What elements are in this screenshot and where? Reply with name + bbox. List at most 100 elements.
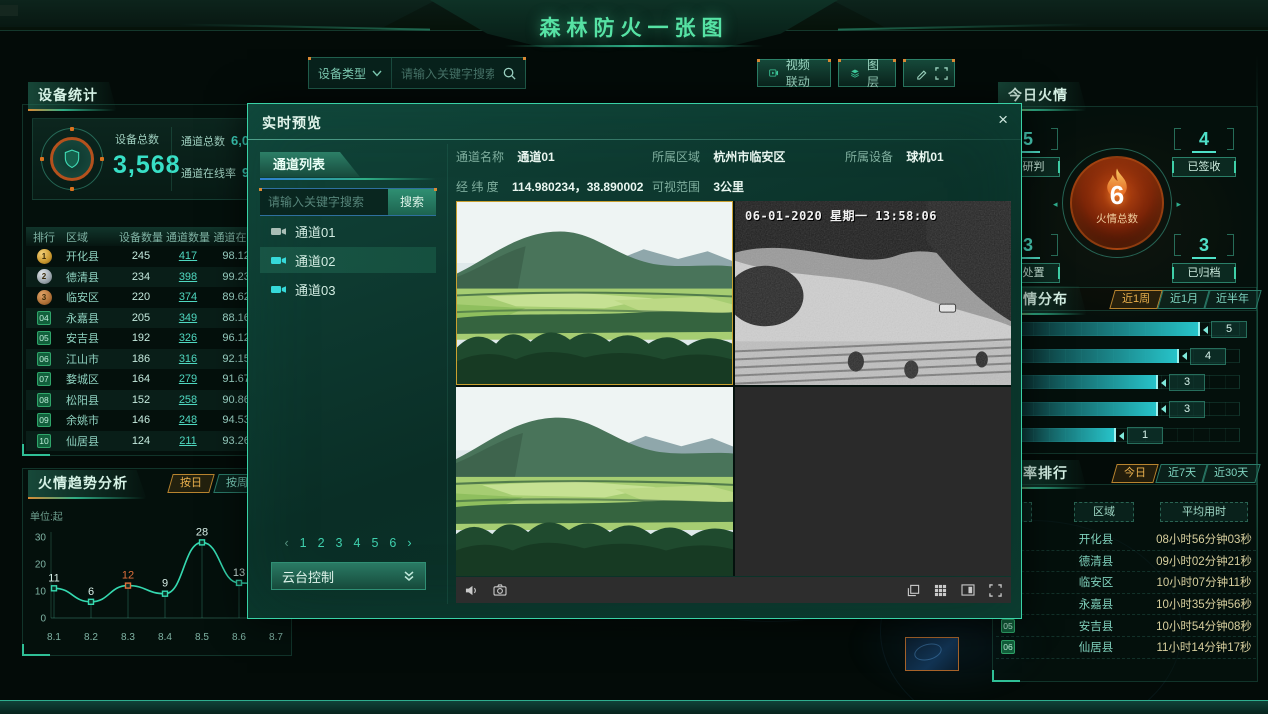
efficiency-row[interactable]: 05 安吉县 10小时54分钟08秒	[996, 615, 1256, 637]
search-input[interactable]: 请输入关键字搜索	[392, 65, 494, 82]
efficiency-table: 区域 平均用时 01 开化县 08小时56分钟03秒 02 德清县 09小时02…	[996, 502, 1256, 659]
video-tile-empty[interactable]	[735, 387, 1011, 576]
distribution-bar-row: 3	[1000, 375, 1256, 389]
efficiency-row[interactable]: 06 仙居县 11小时14分钟17秒	[996, 637, 1256, 659]
next-page-icon[interactable]: ›	[407, 536, 411, 550]
video-linkage-button[interactable]: 视频联动	[757, 59, 831, 87]
video-fullscreen-icon[interactable]	[989, 584, 1002, 597]
page-number[interactable]: 5	[371, 536, 378, 550]
row-channels[interactable]: 326	[164, 332, 212, 344]
bar-label: 3	[1161, 401, 1205, 418]
row-devices: 124	[118, 435, 164, 447]
svg-text:20: 20	[35, 560, 47, 571]
eff-tab-30days[interactable]: 近30天	[1201, 464, 1261, 483]
svg-text:8.2: 8.2	[84, 632, 98, 643]
trend-tab-daily[interactable]: 按日	[167, 474, 214, 493]
page-number[interactable]: 6	[389, 536, 396, 550]
row-channels[interactable]: 248	[164, 414, 212, 426]
page-number[interactable]: 4	[354, 536, 361, 550]
camera-icon	[270, 254, 287, 267]
channel-pagination: ‹ 123456 ›	[260, 536, 436, 550]
efficiency-row[interactable]: 03 临安区 10小时07分钟11秒	[996, 572, 1256, 594]
header-underline	[505, 45, 763, 47]
efficiency-row[interactable]: 04 永嘉县 10小时35分钟56秒	[996, 594, 1256, 616]
snapshot-camera-icon[interactable]	[493, 584, 507, 596]
ring-arrow-right: ▸	[1176, 199, 1181, 210]
map-search-bar[interactable]: 设备类型 请输入关键字搜索	[308, 57, 526, 89]
prev-page-icon[interactable]: ‹	[284, 536, 288, 550]
row-channels[interactable]: 349	[164, 312, 212, 324]
device-type-dropdown[interactable]: 设备类型	[309, 58, 392, 88]
video-tile-color[interactable]	[456, 387, 733, 576]
info-field: 所属区域 杭州市临安区	[652, 148, 785, 165]
channel-item[interactable]: 通道01	[260, 218, 436, 244]
layers-button[interactable]: 图层	[838, 59, 896, 87]
channel-item[interactable]: 通道03	[260, 276, 436, 302]
video-tile-thermal[interactable]: 06-01-2020 星期一 13:58:06	[735, 201, 1011, 385]
video-linkage-label: 视频联动	[786, 56, 819, 90]
dist-tab-week[interactable]: 近1周	[1109, 290, 1163, 309]
medal-icon: 2	[37, 269, 52, 284]
page-number[interactable]: 1	[300, 536, 307, 550]
efficiency-row[interactable]: 01 开化县 08小时56分钟03秒	[996, 529, 1256, 551]
fire-total-value: 6	[1110, 180, 1124, 211]
fire-stat-value: 4	[1172, 128, 1236, 150]
info-field: 经 纬 度 114.980234，38.890002	[456, 178, 643, 195]
channel-list-tab[interactable]: 通道列表	[260, 152, 360, 177]
svg-text:9: 9	[162, 578, 168, 590]
row-channels[interactable]: 211	[164, 435, 212, 447]
svg-text:8.6: 8.6	[232, 632, 246, 643]
row-channels[interactable]: 258	[164, 394, 212, 406]
distribution-bar-row: 1	[1000, 428, 1256, 442]
col-channels: 通道数量	[164, 229, 212, 245]
svg-text:30: 30	[35, 533, 47, 544]
row-channels[interactable]: 398	[164, 271, 212, 283]
bar-label: 3	[1161, 374, 1205, 391]
distribution-bar-row: 5	[1000, 322, 1256, 336]
fire-stat-value: 3	[1172, 234, 1236, 256]
measure-pencil-icon[interactable]	[915, 67, 928, 80]
bar-fill	[1000, 349, 1179, 363]
col-rank: 排行	[26, 229, 62, 245]
channel-search-input[interactable]: 请输入关键字搜索	[260, 189, 388, 215]
row-region: 松阳县	[62, 392, 118, 408]
audio-icon[interactable]	[465, 584, 479, 597]
row-region: 临安区	[62, 289, 118, 305]
map-overview-thumbnail[interactable]	[905, 637, 959, 671]
close-icon[interactable]: ×	[998, 110, 1008, 130]
device-type-label: 设备类型	[318, 65, 366, 82]
page-number[interactable]: 3	[336, 536, 343, 550]
fire-trend-title: 火情趋势分析	[28, 470, 146, 497]
info-label: 所属设备	[845, 150, 893, 164]
info-value: 3公里	[713, 180, 744, 194]
efficiency-row[interactable]: 02 德清县 09小时02分钟21秒	[996, 551, 1256, 573]
fire-distribution-bars: 5 4 3 3 1	[1000, 322, 1256, 455]
ring-arrow-left: ◂	[1053, 199, 1058, 210]
row-channels[interactable]: 316	[164, 353, 212, 365]
copy-view-icon[interactable]	[907, 584, 920, 597]
row-devices: 205	[118, 312, 164, 324]
video-linkage-icon	[769, 67, 779, 79]
row-channels[interactable]: 374	[164, 291, 212, 303]
map-fullscreen-icon[interactable]	[935, 67, 948, 80]
map-tools-group	[903, 59, 955, 87]
bar-fill	[1000, 402, 1158, 416]
info-label: 可视范围	[652, 180, 700, 194]
ptz-control-dropdown[interactable]: 云台控制	[271, 562, 426, 590]
eff-tab-today[interactable]: 今日	[1111, 464, 1158, 483]
rank-badge: 05	[37, 331, 51, 345]
grid-layout-icon[interactable]	[934, 584, 947, 597]
page-number[interactable]: 2	[318, 536, 325, 550]
video-tile-selected[interactable]	[456, 201, 733, 385]
search-icon[interactable]	[494, 66, 525, 81]
row-channels[interactable]: 417	[164, 250, 212, 262]
row-channels[interactable]: 279	[164, 373, 212, 385]
row-region: 江山市	[62, 351, 118, 367]
channel-item[interactable]: 通道02	[260, 247, 436, 273]
dist-tab-halfyear[interactable]: 近半年	[1203, 290, 1261, 309]
row-region: 安吉县	[62, 330, 118, 346]
single-view-icon[interactable]	[961, 584, 975, 596]
channel-search-button[interactable]: 搜索	[388, 189, 436, 215]
row-region: 永嘉县	[62, 310, 118, 326]
rank-badge: 09	[37, 413, 51, 427]
